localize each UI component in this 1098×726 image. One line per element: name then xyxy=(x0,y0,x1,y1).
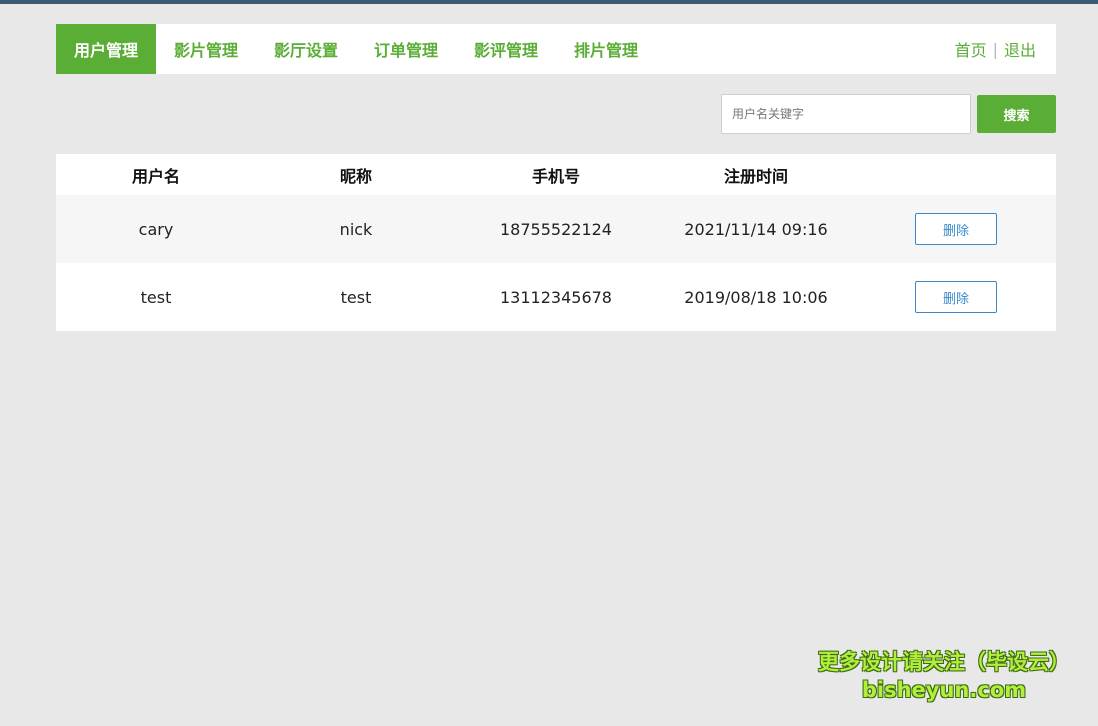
tab-review-management[interactable]: 影评管理 xyxy=(456,24,556,74)
home-link[interactable]: 首页 xyxy=(955,37,987,61)
watermark: 更多设计请关注（毕设云） bisheyun.com xyxy=(818,646,1070,702)
cell-phone: 18755522124 xyxy=(500,219,612,239)
top-bar xyxy=(0,0,1098,4)
table-row: cary nick 18755522124 2021/11/14 09:16 删… xyxy=(56,195,1056,263)
column-header-nickname: 昵称 xyxy=(339,166,372,186)
main-nav: 用户管理 影片管理 影厅设置 订单管理 影评管理 排片管理 首页 | 退出 xyxy=(56,24,1056,74)
delete-button[interactable]: 删除 xyxy=(915,213,997,245)
watermark-line1: 更多设计请关注（毕设云） xyxy=(818,650,1070,674)
nav-separator: | xyxy=(992,39,998,59)
cell-nickname: nick xyxy=(339,219,373,239)
column-header-registered: 注册时间 xyxy=(723,166,788,186)
cell-registered: 2019/08/18 10:06 xyxy=(684,287,828,307)
column-header-phone: 手机号 xyxy=(531,166,580,186)
nav-right-links: 首页 | 退出 xyxy=(955,37,1036,61)
cell-nickname: test xyxy=(340,287,372,307)
cell-action: 删除 xyxy=(856,213,1056,245)
search-button[interactable]: 搜索 xyxy=(977,95,1056,133)
cell-username: cary xyxy=(138,219,174,239)
watermark-line2: bisheyun.com xyxy=(861,678,1027,702)
logout-link[interactable]: 退出 xyxy=(1004,37,1036,61)
tab-order-management[interactable]: 订单管理 xyxy=(356,24,456,74)
cell-username: test xyxy=(140,287,172,307)
tab-schedule-management[interactable]: 排片管理 xyxy=(556,24,656,74)
cell-registered: 2021/11/14 09:16 xyxy=(684,219,828,239)
cell-action: 删除 xyxy=(856,281,1056,313)
tab-movie-management[interactable]: 影片管理 xyxy=(156,24,256,74)
tab-user-management[interactable]: 用户管理 xyxy=(56,24,156,74)
search-input[interactable] xyxy=(721,94,971,134)
user-table: 用户名 昵称 手机号 注册时间 cary nick 18755522124 20… xyxy=(56,154,1056,331)
table-row: test test 13112345678 2019/08/18 10:06 删… xyxy=(56,263,1056,331)
tab-hall-settings[interactable]: 影厅设置 xyxy=(256,24,356,74)
column-header-username: 用户名 xyxy=(131,166,180,186)
table-header: 用户名 昵称 手机号 注册时间 xyxy=(56,154,1056,195)
cell-phone: 13112345678 xyxy=(500,287,612,307)
delete-button[interactable]: 删除 xyxy=(915,281,997,313)
